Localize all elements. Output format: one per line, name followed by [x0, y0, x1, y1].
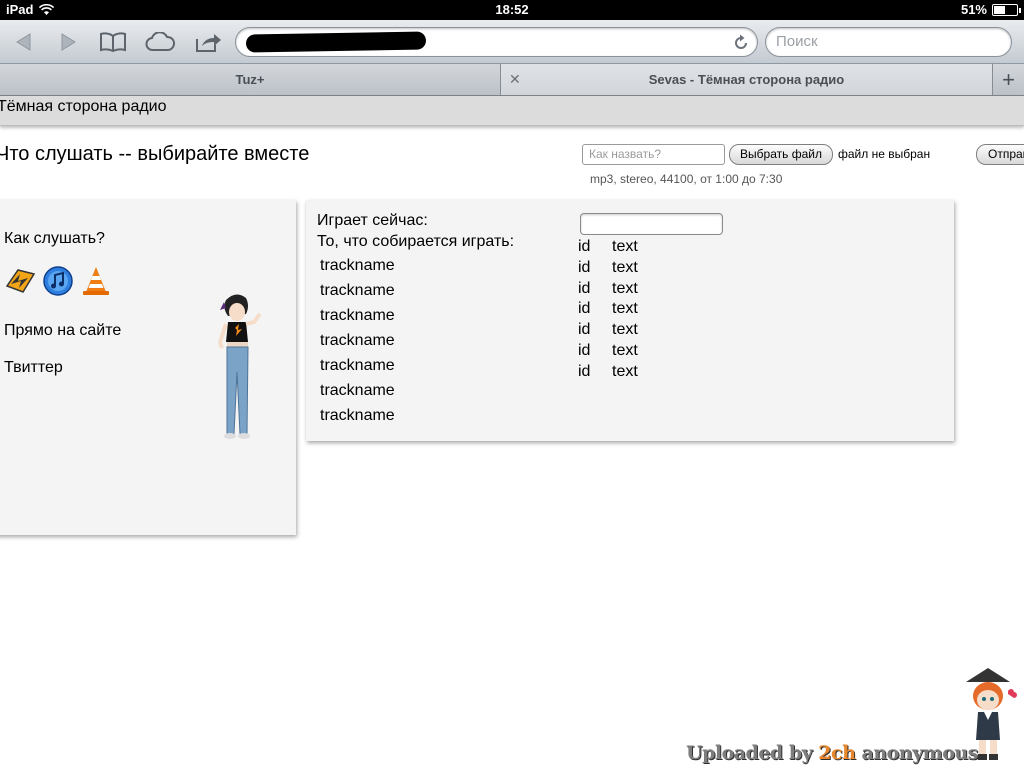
upload-hint: mp3, stereo, 44100, от 1:00 до 7:30 [590, 172, 783, 186]
row-id: id [578, 300, 591, 318]
track-item[interactable]: trackname [320, 307, 395, 332]
file-status: файл не выбран [838, 147, 931, 161]
track-list: trackname trackname trackname trackname … [320, 257, 395, 432]
listen-panel: Как слушать? Прямо на сайте Твиттер [0, 200, 296, 535]
book-icon [100, 32, 126, 53]
vlc-icon[interactable] [80, 264, 112, 298]
track-item[interactable]: trackname [320, 282, 395, 307]
track-item[interactable]: trackname [320, 382, 395, 407]
row-text: text [612, 300, 638, 318]
clock: 18:52 [495, 2, 529, 17]
choose-file-button[interactable]: Выбрать файл [729, 144, 833, 165]
row-id: id [578, 238, 591, 255]
row-text: text [612, 238, 638, 255]
status-bar: iPad 18:52 51% [0, 0, 1024, 20]
new-tab-button[interactable]: + [992, 64, 1024, 95]
listen-on-site-link[interactable]: Прямо на сайте [4, 322, 121, 340]
how-to-listen-heading: Как слушать? [4, 230, 105, 247]
now-playing-label: Играет сейчас: [317, 212, 428, 229]
battery-icon [992, 3, 1021, 16]
table-row: id text [578, 280, 638, 301]
back-arrow-icon [16, 33, 31, 51]
close-icon[interactable]: ✕ [509, 72, 523, 86]
vote-input[interactable] [580, 213, 723, 235]
track-name-input[interactable]: Как назвать? [582, 144, 725, 165]
mascot-image [217, 294, 262, 439]
tab-label: Sevas - Тёмная сторона радио [648, 72, 845, 87]
row-id: id [578, 258, 591, 276]
forward-button[interactable] [54, 28, 84, 56]
watermark-highlight: 2ch [818, 742, 856, 764]
row-text: text [612, 279, 638, 297]
watermark-prefix: Uploaded by [686, 742, 819, 764]
table-row: id text [578, 342, 638, 363]
row-text: text [612, 362, 638, 380]
share-icon [196, 34, 221, 52]
back-button[interactable] [8, 28, 38, 56]
track-item[interactable]: trackname [320, 357, 395, 382]
address-bar[interactable] [235, 27, 758, 57]
bookmarks-button[interactable] [98, 28, 128, 56]
row-id: id [578, 362, 591, 380]
redacted-url [245, 31, 427, 53]
send-button[interactable]: Отправить [976, 144, 1024, 165]
winamp-icon[interactable] [4, 264, 36, 298]
battery-percent: 51% [960, 2, 987, 17]
search-input[interactable]: Поиск [765, 27, 1012, 57]
track-item[interactable]: trackname [320, 407, 395, 432]
track-item[interactable]: trackname [320, 332, 395, 357]
itunes-icon[interactable] [42, 264, 74, 298]
tab-sevas[interactable]: ✕ Sevas - Тёмная сторона радио [501, 64, 992, 95]
row-text: text [612, 321, 638, 339]
battery-level [994, 5, 1005, 14]
tab-label: Tuz+ [235, 72, 265, 87]
share-button[interactable] [193, 28, 223, 56]
tab-tuz[interactable]: Tuz+ [0, 64, 501, 95]
reload-icon[interactable] [731, 33, 751, 53]
upload-watermark: Uploaded by 2ch anonymous [686, 742, 978, 764]
row-text: text [612, 258, 638, 276]
page-title: Что слушать -- выбирайте вместе [0, 143, 310, 165]
tab-bar: Tuz+ ✕ Sevas - Тёмная сторона радио + [0, 64, 1024, 96]
status-right: 51% [960, 2, 1021, 17]
site-header: Тёмная сторона радио [0, 96, 1024, 126]
row-id: id [578, 341, 591, 359]
row-id: id [578, 279, 591, 297]
row-text: text [612, 341, 638, 359]
forward-arrow-icon [61, 33, 76, 51]
plus-icon: + [1002, 66, 1015, 92]
cloud-icon [145, 32, 175, 51]
table-row: id text [578, 321, 638, 342]
table-row: id text [578, 259, 638, 280]
corner-mascot-image [966, 668, 1017, 760]
id-text-table: id text id text id text id text id text id tex… [578, 238, 638, 384]
queue-panel: Играет сейчас: То, что собирается играть… [306, 200, 954, 441]
twitter-link[interactable]: Твиттер [4, 359, 63, 377]
icloud-tabs-button[interactable] [145, 28, 175, 56]
table-row: id text [578, 363, 638, 384]
browser-toolbar: Поиск [0, 20, 1024, 64]
player-icons [4, 264, 112, 298]
upcoming-label: То, что собирается играть: [317, 233, 515, 250]
track-item[interactable]: trackname [320, 257, 395, 282]
table-row: id text [578, 238, 638, 259]
row-id: id [578, 321, 591, 339]
table-row: id text [578, 300, 638, 321]
